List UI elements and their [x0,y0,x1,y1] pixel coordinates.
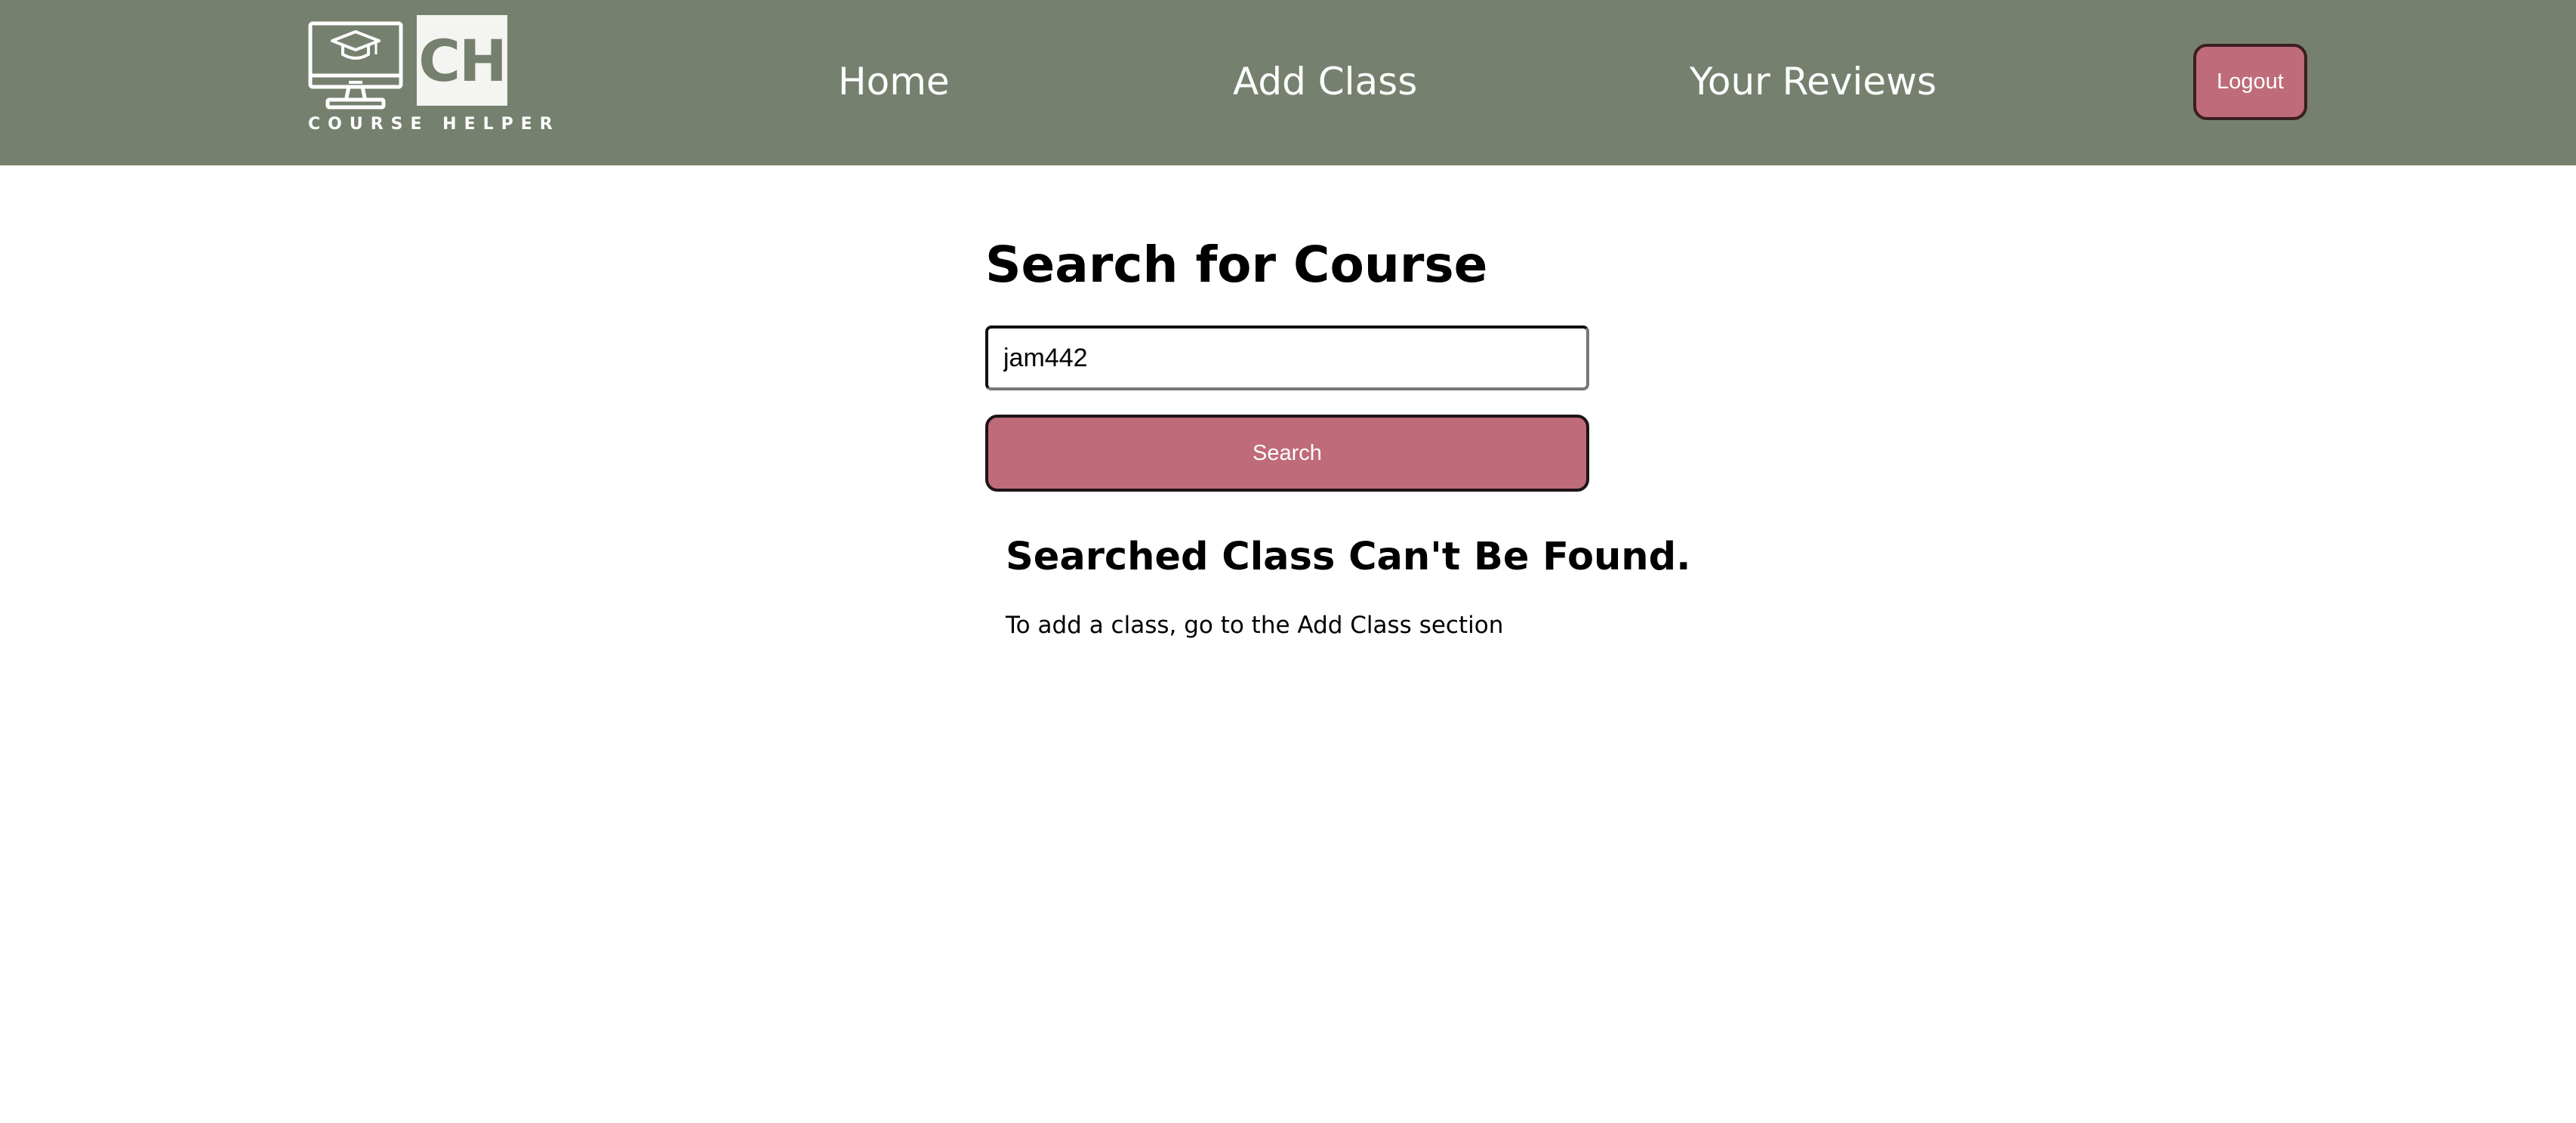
course-search-input[interactable] [985,325,1589,390]
page-title: Search for Course [985,236,1488,294]
logo-caption: COURSE HELPER [308,115,560,134]
result-message: To add a class, go to the Add Class sect… [1006,612,1504,639]
top-navbar: CH COURSE HELPER Home Add Class Your Rev… [0,0,2576,165]
course-helper-logo[interactable]: CH COURSE HELPER [308,15,553,139]
logout-button[interactable]: Logout [2193,44,2307,120]
nav-home-link[interactable]: Home [838,57,950,106]
logo-lettermark: CH [417,15,507,106]
search-button[interactable]: Search [985,415,1589,492]
nav-add-class-link[interactable]: Add Class [1233,57,1417,106]
graduation-monitor-icon [308,21,403,110]
result-heading: Searched Class Can't Be Found. [1006,535,1691,579]
logo-letters: CH [418,26,507,94]
nav-your-reviews-link[interactable]: Your Reviews [1690,57,1937,106]
